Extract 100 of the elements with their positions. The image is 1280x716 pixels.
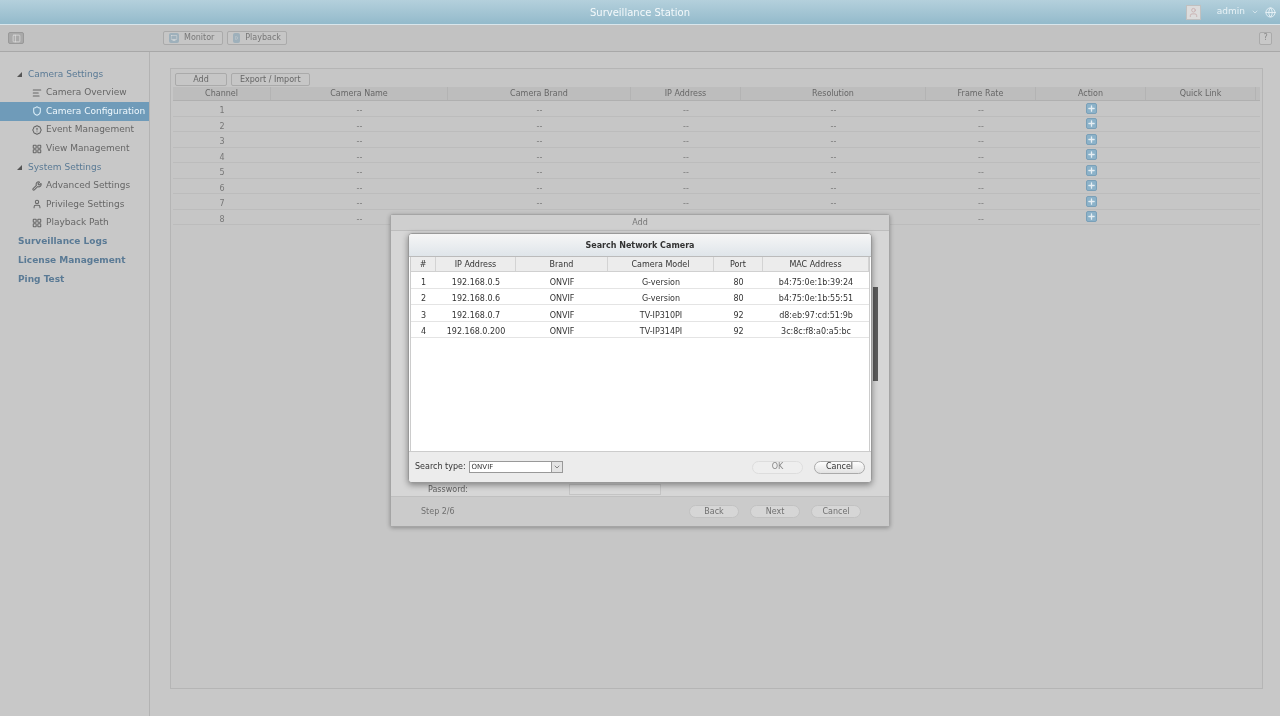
table-cell: -- xyxy=(536,168,543,178)
shield-icon xyxy=(32,106,42,117)
add-camera-icon[interactable] xyxy=(1085,133,1097,145)
table-cell: TV-IP310PI xyxy=(639,310,683,320)
table-cell: -- xyxy=(978,183,984,193)
sidebar-item[interactable]: Camera Configuration xyxy=(0,102,149,121)
table-cell: -- xyxy=(683,121,689,131)
globe-icon[interactable] xyxy=(1265,6,1276,18)
dialog-title: Search Network Camera xyxy=(409,234,871,257)
table-cell: 80 xyxy=(733,277,744,287)
add-camera-icon[interactable] xyxy=(1085,102,1097,114)
camera-row[interactable]: 2 192.168.0.6 ONVIF G-version 80 b4:75:0e:1b:55:51 xyxy=(411,288,869,305)
table-cell: 92 xyxy=(733,327,744,337)
camera-row[interactable]: 1 192.168.0.5 ONVIF G-version 80 b4:75:0e:1b:39:24 xyxy=(411,272,869,289)
table-cell: 4 xyxy=(420,327,427,337)
table-cell: -- xyxy=(683,183,689,193)
sidebar-item[interactable]: Playback Path xyxy=(0,213,149,233)
dialog-title: Add xyxy=(391,215,889,231)
table-cell: -- xyxy=(356,106,363,116)
add-camera-icon[interactable] xyxy=(1085,195,1097,207)
column-header: Port xyxy=(714,257,763,271)
grid-icon xyxy=(32,143,42,154)
sidebar-section[interactable]: System Settings xyxy=(0,157,149,177)
sidebar-item[interactable]: Camera Overview xyxy=(0,83,149,103)
column-header: # xyxy=(411,257,436,271)
table-cell: -- xyxy=(536,152,543,162)
column-header: Camera Name xyxy=(271,87,448,100)
expander-icon[interactable] xyxy=(17,164,22,170)
add-camera-icon[interactable] xyxy=(1085,149,1097,161)
table-cell: ONVIF xyxy=(549,294,575,304)
add-camera-icon[interactable] xyxy=(1085,180,1097,192)
playback-button[interactable]: Playback xyxy=(227,31,287,45)
monitor-button[interactable]: Monitor xyxy=(163,31,223,45)
add-camera-icon[interactable] xyxy=(1085,118,1097,130)
menu-icon[interactable] xyxy=(8,32,24,44)
table-cell: ONVIF xyxy=(549,327,575,337)
table-cell: 4 xyxy=(219,152,225,162)
add-button[interactable]: Add xyxy=(175,73,227,86)
table-cell: d8:eb:97:cd:51:9b xyxy=(779,310,853,320)
person-icon xyxy=(32,199,42,210)
table-cell: -- xyxy=(683,106,689,116)
table-cell: -- xyxy=(536,137,543,147)
table-cell: -- xyxy=(356,137,363,147)
table-cell: 6 xyxy=(219,183,225,193)
table-cell: ONVIF xyxy=(549,277,575,287)
add-camera-icon[interactable] xyxy=(1085,211,1097,223)
table-cell: 2 xyxy=(219,121,225,131)
export-import-button[interactable]: Export / Import xyxy=(231,73,310,86)
avatar-icon[interactable] xyxy=(1185,4,1201,20)
table-cell: 5 xyxy=(219,168,225,178)
list-icon xyxy=(32,87,42,98)
table-cell: b4:75:0e:1b:55:51 xyxy=(778,294,854,304)
help-button[interactable]: ? xyxy=(1259,31,1272,45)
search-type-label: Search type: xyxy=(415,461,466,473)
table-cell: -- xyxy=(356,121,363,131)
sidebar-section[interactable]: Camera Settings xyxy=(0,65,149,84)
cancel-button[interactable]: Cancel xyxy=(814,460,865,474)
sidebar-item[interactable]: License Management xyxy=(0,250,149,270)
column-header: Quick Link xyxy=(1146,87,1256,100)
table-cell: -- xyxy=(356,168,363,178)
table-cell: 3c:8c:f8:a0:a5:bc xyxy=(781,327,851,337)
play-icon xyxy=(233,33,241,43)
table-cell: -- xyxy=(683,199,689,209)
column-header: Frame Rate xyxy=(926,87,1036,100)
camera-row[interactable]: 4 192.168.0.200 ONVIF TV-IP314PI 92 3c:8c:f8:a0:a5:bc xyxy=(411,321,869,338)
expander-icon[interactable] xyxy=(17,71,22,77)
table-cell: -- xyxy=(683,137,689,147)
table-cell: 1 xyxy=(420,277,427,287)
add-camera-icon[interactable] xyxy=(1085,164,1097,176)
table-cell: 3 xyxy=(219,137,225,147)
caret-icon[interactable] xyxy=(1251,8,1259,16)
scrollbar-thumb[interactable] xyxy=(873,287,878,381)
table-cell: -- xyxy=(978,137,984,147)
table-cell: 92 xyxy=(733,310,744,320)
sidebar-item[interactable]: View Management xyxy=(0,139,149,158)
sidebar-item[interactable]: Surveillance Logs xyxy=(0,232,149,251)
password-field[interactable] xyxy=(569,484,661,495)
table-cell: b4:75:0e:1b:39:24 xyxy=(778,277,854,287)
sidebar-item[interactable]: Ping Test xyxy=(0,269,149,289)
step-indicator: Step 2/6 xyxy=(421,505,456,518)
sidebar-item[interactable]: Advanced Settings xyxy=(0,176,149,196)
sidebar-item[interactable]: Privilege Settings xyxy=(0,195,149,214)
sidebar-item[interactable]: Event Management xyxy=(0,120,149,140)
table-cell: TV-IP314PI xyxy=(639,327,683,337)
table-cell: -- xyxy=(830,199,837,209)
camera-row[interactable]: 3 192.168.0.7 ONVIF TV-IP310PI 92 d8:eb:97:cd:51:9b xyxy=(411,305,869,322)
section-label: Camera Settings xyxy=(28,67,104,81)
dropdown-icon xyxy=(552,463,561,471)
table-cell: 7 xyxy=(219,199,225,209)
section-label: System Settings xyxy=(28,160,102,174)
table-cell: -- xyxy=(830,152,837,162)
table-cell: -- xyxy=(978,199,984,209)
table-cell: 192.168.0.7 xyxy=(451,310,501,320)
column-header: Resolution xyxy=(741,87,926,100)
table-cell: -- xyxy=(830,121,837,131)
table-cell: -- xyxy=(536,199,543,209)
table-cell: -- xyxy=(830,168,837,178)
table-cell: 8 xyxy=(219,214,225,224)
table-cell: -- xyxy=(536,183,543,193)
column-header: Camera Brand xyxy=(448,87,631,100)
